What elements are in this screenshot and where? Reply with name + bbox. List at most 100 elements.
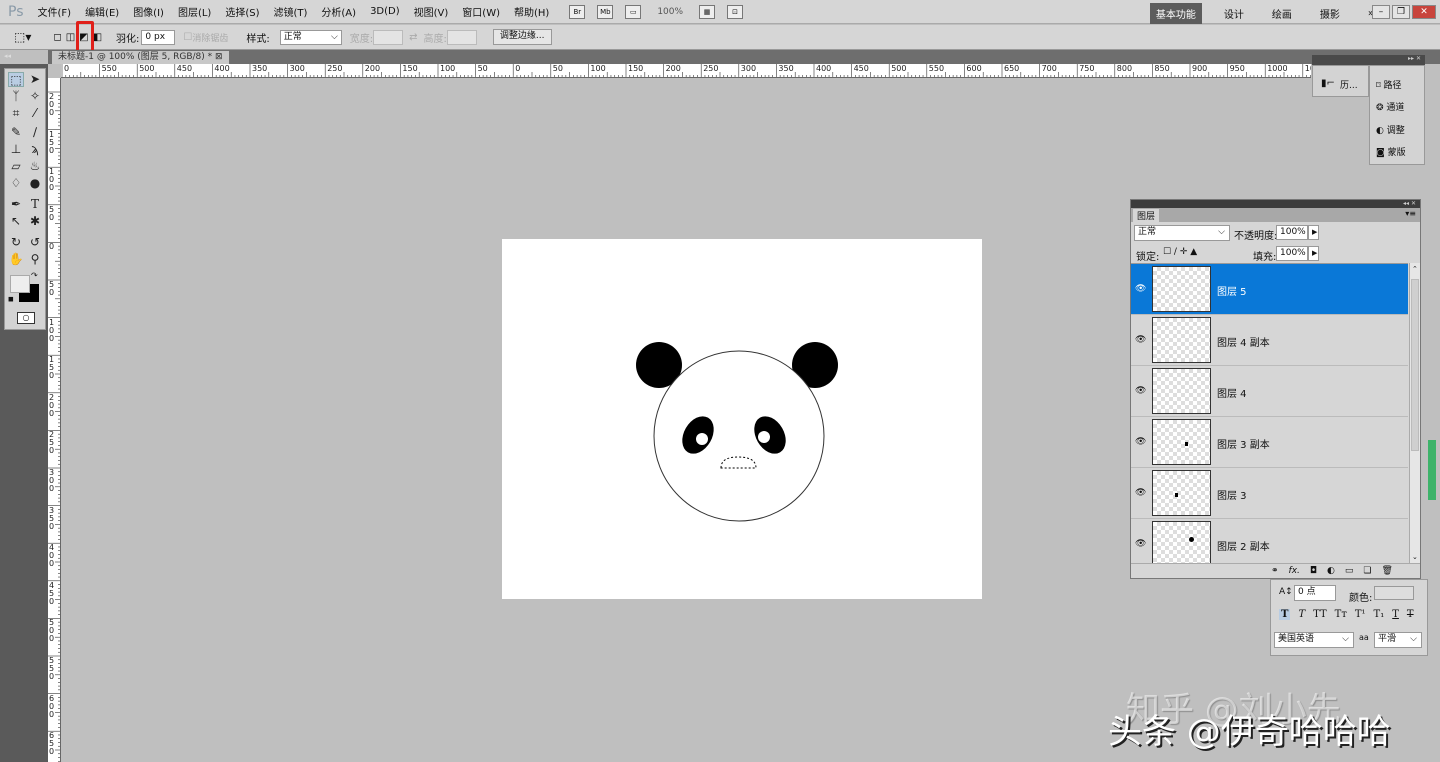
small-caps-button[interactable]: Tт [1335, 609, 1347, 620]
marquee-preset-icon[interactable]: ⬚▾ [14, 30, 31, 44]
history-brush-tool[interactable]: ϡ [27, 142, 43, 157]
path-selection-tool[interactable]: ↖ [8, 214, 24, 229]
menu-filter[interactable]: 滤镜(T) [273, 4, 307, 19]
close-button[interactable]: ✕ [1412, 5, 1436, 19]
antialias-checkbox[interactable]: ☐ [183, 32, 192, 43]
restore-button[interactable]: ❐ [1392, 5, 1410, 19]
3d-rotate-tool[interactable]: ↻ [8, 235, 24, 250]
feather-input[interactable]: 0 px [141, 30, 175, 45]
blend-mode-select[interactable]: 正常⌵ [1134, 225, 1230, 241]
visibility-eye-icon[interactable]: 👁 [1135, 284, 1146, 294]
adjustment-layer-icon[interactable]: ◐ [1327, 566, 1335, 576]
new-selection-icon[interactable]: ◻ [53, 32, 61, 43]
zoom-level-dropdown[interactable]: 100% [657, 7, 683, 17]
healing-brush-tool[interactable]: ✎ [8, 125, 24, 140]
visibility-eye-icon[interactable]: 👁 [1135, 335, 1146, 345]
document-canvas[interactable] [502, 239, 982, 599]
faux-italic-button[interactable]: T [1298, 609, 1305, 620]
menu-layer[interactable]: 图层(L) [178, 4, 211, 19]
paint-bucket-tool[interactable]: ♨ [27, 159, 43, 174]
3d-orbit-tool[interactable]: ↺ [27, 235, 43, 250]
underline-button[interactable]: T [1392, 609, 1399, 620]
menu-3d[interactable]: 3D(D) [370, 6, 400, 17]
menu-select[interactable]: 选择(S) [225, 4, 259, 19]
superscript-button[interactable]: T¹ [1355, 609, 1366, 620]
screen-mode-button[interactable]: ⊡ [727, 5, 743, 19]
workspace-design[interactable]: 设计 [1218, 3, 1250, 24]
menu-help[interactable]: 帮助(H) [514, 4, 549, 19]
quick-mask-button[interactable]: ○ [17, 312, 35, 324]
clone-stamp-tool[interactable]: ⊥ [8, 142, 24, 157]
swap-icon[interactable]: ⇄ [409, 32, 417, 43]
visibility-eye-icon[interactable]: 👁 [1135, 386, 1146, 396]
layers-tab[interactable]: 图层 [1133, 209, 1159, 222]
tracking-input[interactable]: 0 点 [1294, 585, 1336, 601]
layer-row[interactable]: 👁图层 3 [1131, 468, 1408, 519]
adjustments-panel-button[interactable]: ◐ 调整 [1376, 123, 1405, 136]
fill-input[interactable]: 100% [1276, 246, 1308, 261]
layer-row[interactable]: 👁图层 2 副本 [1131, 519, 1408, 563]
arrange-documents-button[interactable]: ▦ [699, 5, 715, 19]
close-tab-icon[interactable]: ⊠ [215, 52, 223, 62]
layer-row[interactable]: 👁图层 3 副本 [1131, 417, 1408, 468]
width-input[interactable] [373, 30, 403, 45]
view-extras-button[interactable]: ▭ [625, 5, 641, 19]
eyedropper-tool[interactable]: ⁄ [27, 106, 43, 121]
scrollbar-thumb[interactable] [1411, 279, 1419, 451]
layers-panel-header[interactable]: ◂◂ ✕ [1131, 200, 1420, 208]
panel-dock-header[interactable]: ▸▸ ✕ [1312, 55, 1425, 65]
menu-analysis[interactable]: 分析(A) [321, 4, 356, 19]
layer-row[interactable]: 👁图层 4 副本 [1131, 315, 1408, 366]
document-tab[interactable]: 未标题-1 @ 100% (图层 5, RGB/8) * ⊠ [52, 51, 229, 64]
masks-panel-button[interactable]: ◙ 蒙版 [1376, 145, 1406, 158]
text-color-swatch[interactable] [1374, 586, 1414, 600]
delete-layer-icon[interactable]: 🗑 [1381, 566, 1392, 576]
rect-marquee-tool[interactable]: ⬚ [8, 72, 24, 87]
menu-view[interactable]: 视图(V) [414, 4, 449, 19]
visibility-eye-icon[interactable]: 👁 [1135, 488, 1146, 498]
layer-row[interactable]: 👁图层 5 [1131, 264, 1408, 315]
all-caps-button[interactable]: TT [1313, 609, 1327, 620]
blur-tool[interactable]: ♢ [8, 176, 24, 191]
new-group-icon[interactable]: ▭ [1345, 566, 1354, 576]
link-layers-icon[interactable]: ⚭ [1271, 566, 1279, 576]
workspace-essentials[interactable]: 基本功能 [1150, 3, 1202, 24]
collapse-icon[interactable]: ◂◂ [4, 52, 11, 60]
style-select[interactable]: 正常⌵ [280, 30, 342, 45]
minimize-button[interactable]: – [1372, 5, 1390, 19]
channels-panel-button[interactable]: ❂ 通道 [1376, 100, 1404, 113]
refine-edge-button[interactable]: 调整边缘... [493, 29, 552, 45]
magic-wand-tool[interactable]: ✧ [27, 89, 43, 104]
fill-slider-button[interactable]: ▶ [1308, 246, 1319, 261]
lasso-tool[interactable]: ᛉ [8, 89, 24, 104]
bridge-button[interactable]: Br [569, 5, 585, 19]
add-selection-icon[interactable]: ◫ [66, 32, 75, 43]
layer-style-button[interactable]: fx. [1289, 566, 1300, 576]
zoom-tool[interactable]: ⚲ [27, 252, 43, 267]
eraser-tool[interactable]: ▱ [8, 159, 24, 174]
faux-bold-button[interactable]: T [1279, 609, 1290, 620]
panel-menu-icon[interactable]: ▾≡ [1405, 209, 1416, 218]
layer-row[interactable]: 👁图层 4 [1131, 366, 1408, 417]
lock-icons[interactable]: ☐ ∕ ✛ ▲ [1163, 247, 1197, 257]
type-tool[interactable]: T [27, 197, 43, 212]
workspace-photography[interactable]: 摄影 [1314, 3, 1346, 24]
menu-window[interactable]: 窗口(W) [462, 4, 500, 19]
dodge-tool[interactable]: ● [27, 176, 43, 191]
swap-colors-icon[interactable]: ↷ [31, 271, 38, 280]
foreground-color-swatch[interactable] [10, 275, 30, 293]
strikethrough-button[interactable]: T [1407, 609, 1414, 620]
layers-scrollbar[interactable]: ⌃ ⌄ [1409, 263, 1420, 563]
antialias-select[interactable]: 平滑⌵ [1374, 632, 1422, 648]
paths-panel-button[interactable]: ⌑ 路径 [1376, 78, 1402, 91]
menu-edit[interactable]: 编辑(E) [85, 4, 119, 19]
menu-image[interactable]: 图像(I) [133, 4, 164, 19]
new-layer-icon[interactable]: ❏ [1363, 566, 1371, 576]
crop-tool[interactable]: ⌗ [8, 106, 24, 121]
height-input[interactable] [447, 30, 477, 45]
visibility-eye-icon[interactable]: 👁 [1135, 437, 1146, 447]
pen-tool[interactable]: ✒ [8, 197, 24, 212]
opacity-slider-button[interactable]: ▶ [1308, 225, 1319, 240]
menu-file[interactable]: 文件(F) [38, 4, 72, 19]
history-panel-button[interactable]: ▮⌐ 历... [1312, 65, 1369, 97]
